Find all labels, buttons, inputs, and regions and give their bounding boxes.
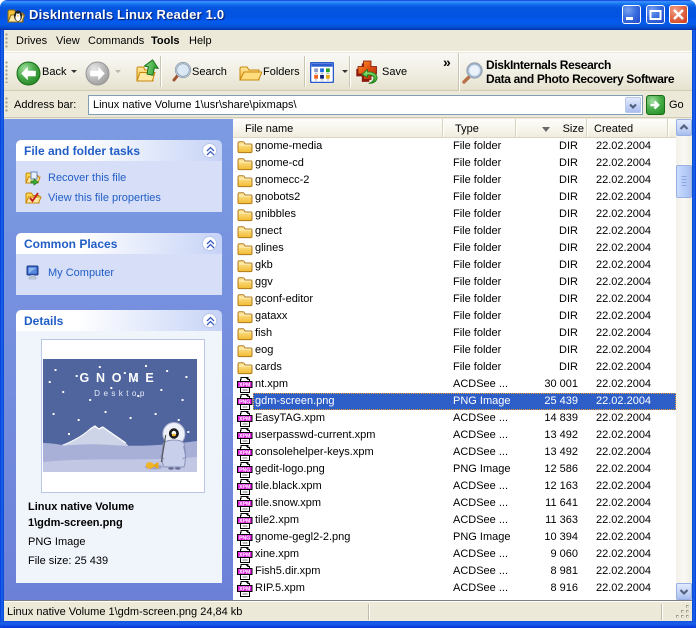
svg-text:XPM: XPM (239, 416, 250, 422)
svg-text:XPM: XPM (239, 501, 250, 507)
svg-text:PNG: PNG (239, 535, 250, 541)
svg-text:XPM: XPM (239, 552, 250, 558)
svg-text:Desktop: Desktop (94, 388, 148, 398)
svg-text:GNOME: GNOME (80, 370, 161, 385)
svg-text:PNG: PNG (239, 399, 250, 405)
svg-text:XPM: XPM (239, 433, 250, 439)
svg-text:XPM: XPM (239, 518, 250, 524)
svg-text:XPM: XPM (239, 450, 250, 456)
svg-text:XPM: XPM (239, 586, 250, 592)
svg-text:XPM: XPM (239, 569, 250, 575)
svg-text:XPM: XPM (239, 382, 250, 388)
svg-text:PNG: PNG (239, 467, 250, 473)
svg-text:XPM: XPM (239, 484, 250, 490)
